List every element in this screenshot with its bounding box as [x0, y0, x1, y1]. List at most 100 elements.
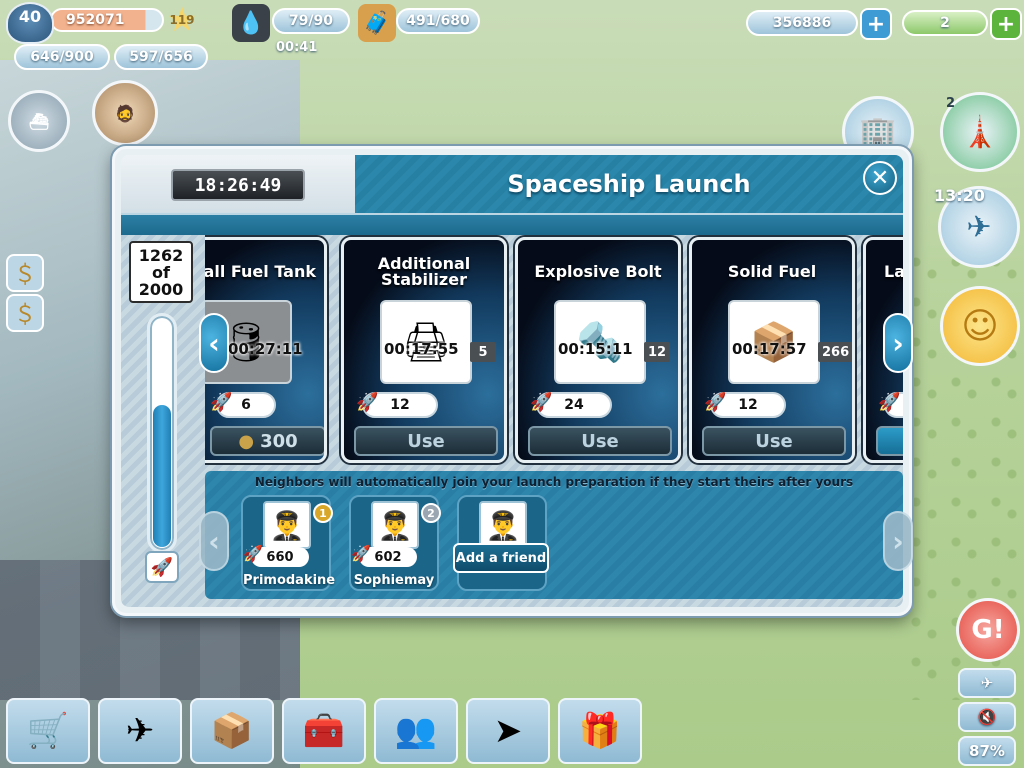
passengers-counter[interactable]: 646/900	[14, 44, 110, 70]
buy-part-button[interactable]: ● 300	[210, 426, 324, 456]
neighbor-name: Primodakine	[243, 573, 336, 588]
advisor-avatar[interactable]: 🧔	[92, 80, 158, 146]
level-badge[interactable]: 40	[6, 2, 54, 44]
progress-of: of	[152, 263, 170, 282]
part-count: 5	[470, 342, 496, 362]
progress-label: 1262 of 2000	[129, 241, 193, 303]
part-points: 🚀 24	[530, 392, 612, 418]
coin-collect-icon[interactable]: ＄	[6, 254, 44, 292]
flight-timer: 13:20	[934, 186, 985, 205]
part-points-value: 12	[390, 397, 410, 413]
header-divider	[121, 213, 903, 235]
part-timer: 00:17:57	[732, 340, 807, 358]
add-friend-button[interactable]: Add a friend	[453, 543, 549, 573]
chevron-left-icon: ‹	[208, 326, 220, 360]
chest-button[interactable]: 🧰	[282, 698, 366, 764]
speaker-mute-icon: 🔇	[977, 708, 997, 726]
chest-icon: 🧰	[302, 711, 346, 751]
pilot-avatar-icon: 👨‍✈️	[371, 501, 419, 549]
chevron-left-icon: ‹	[208, 524, 220, 558]
level-value: 40	[18, 7, 42, 26]
storage-button[interactable]: 📦	[190, 698, 274, 764]
use-part-button[interactable]: Use	[528, 426, 672, 456]
dialog-title-band: Spaceship Launch	[355, 155, 903, 213]
part-points-value: 24	[564, 397, 584, 413]
neighbors-panel: Neighbors will automatically join your l…	[205, 471, 903, 599]
star-badge: ★ 119	[162, 3, 202, 37]
neighbor-card[interactable]: 👨‍✈️ 2 🚀 602 Sophiemay	[349, 495, 441, 591]
buy-price: 300	[260, 430, 298, 452]
xp-bar[interactable]: 952071	[50, 8, 164, 32]
ship-icon[interactable]: ⛴	[8, 90, 70, 152]
part-points: 🚀 6	[210, 392, 276, 418]
use-part-button-partial[interactable]	[876, 426, 903, 456]
stars-value: 119	[169, 13, 195, 27]
medal-icon: 2	[421, 503, 441, 523]
shop-cart-icon: 🛒	[26, 711, 70, 751]
g-logo-icon[interactable]: G!	[956, 598, 1020, 662]
planes-button[interactable]: ✈	[98, 698, 182, 764]
cargo-value: 491/680	[406, 13, 470, 29]
smiley-icon[interactable]: ☺	[940, 286, 1020, 366]
pilot-avatar-icon: 👨‍✈️	[263, 501, 311, 549]
rocket-icon: 🚀	[243, 544, 263, 563]
part-card-solid-fuel: Solid Fuel 📦 00:17:57 266 🚀 12 Use	[689, 237, 855, 463]
bucks-value: 2	[940, 15, 950, 31]
workers-counter[interactable]: 597/656	[114, 44, 208, 70]
friends-icon: 👥	[394, 711, 438, 751]
send-button[interactable]: ➤	[466, 698, 550, 764]
spaceship-launch-dialog: 18:26:49 Spaceship Launch ✕ 1262 of 2000…	[112, 146, 913, 616]
part-points-value: 12	[738, 397, 758, 413]
rocket-icon: 🚀	[145, 551, 179, 583]
part-timer: 00:15:11	[558, 340, 633, 358]
add-bucks-button[interactable]: +	[990, 8, 1022, 40]
use-part-button[interactable]: Use	[702, 426, 846, 456]
rocket-icon: 🚀	[704, 392, 727, 413]
crate-icon: 📦	[210, 711, 254, 751]
flights-toggle-button[interactable]: ✈	[958, 668, 1016, 698]
rocket-icon: 🚀	[351, 544, 371, 563]
bucks-counter[interactable]: 2	[902, 10, 988, 36]
close-button[interactable]: ✕	[863, 161, 897, 195]
gifts-button[interactable]: 🎁	[558, 698, 642, 764]
part-timer: 00:27:11	[228, 340, 303, 358]
neighbor-card[interactable]: 👨‍✈️ 1 🚀 660 Primodakine	[241, 495, 336, 591]
paper-plane-icon: ➤	[493, 711, 523, 751]
dialog-header: 18:26:49 Spaceship Launch	[121, 155, 903, 213]
parts-carousel: nall Fuel Tank 🛢 00:27:11 🚀6 ●300 Additi…	[205, 235, 903, 471]
neighbor-points-value: 660	[266, 549, 294, 565]
carousel-prev-button[interactable]: ‹	[199, 313, 229, 373]
dialog-content: 1262 of 2000 🚀 nall Fuel Tank 🛢 00:27:11…	[121, 235, 913, 607]
part-points: 🚀	[878, 392, 903, 418]
neighbor-name: Sophiemay	[353, 573, 435, 588]
neighbor-points: 🚀 660	[243, 544, 309, 567]
coins-counter[interactable]: 356886	[746, 10, 858, 36]
zoom-value: 87%	[969, 742, 1005, 760]
use-part-button[interactable]: Use	[354, 426, 498, 456]
workers-value: 597/656	[129, 49, 193, 65]
passengers-value: 646/900	[30, 49, 94, 65]
carousel-next-button[interactable]: ›	[883, 313, 913, 373]
friends-button[interactable]: 👥	[374, 698, 458, 764]
fuel-counter[interactable]: 79/90	[272, 8, 350, 34]
add-coins-button[interactable]: +	[860, 8, 892, 40]
fuel-timer: 00:41	[276, 40, 318, 55]
neighbor-points-value: 602	[374, 549, 402, 565]
shop-button[interactable]: 🛒	[6, 698, 90, 764]
cargo-counter[interactable]: 491/680	[396, 8, 480, 34]
coin-icon: ●	[238, 430, 255, 452]
progress-total: 2000	[138, 280, 184, 299]
part-points: 🚀 12	[356, 392, 438, 418]
zoom-indicator[interactable]: 87%	[958, 736, 1016, 766]
neighbors-next-button[interactable]: ›	[883, 511, 913, 571]
part-card-stabilizer: Additional Stabilizer 🖨 00:17:55 5 🚀 12 U…	[341, 237, 507, 463]
part-title: Solid Fuel	[727, 262, 817, 281]
neighbors-prev-button[interactable]: ‹	[199, 511, 229, 571]
coin-collect-icon-2[interactable]: ＄	[6, 294, 44, 332]
sound-toggle-button[interactable]: 🔇	[958, 702, 1016, 732]
rocket-icon: 🚀	[530, 392, 553, 413]
progress-fill	[153, 405, 171, 547]
part-points-value: 6	[241, 397, 251, 413]
coins-value: 356886	[772, 15, 832, 31]
launch-timer: 18:26:49	[171, 169, 305, 201]
